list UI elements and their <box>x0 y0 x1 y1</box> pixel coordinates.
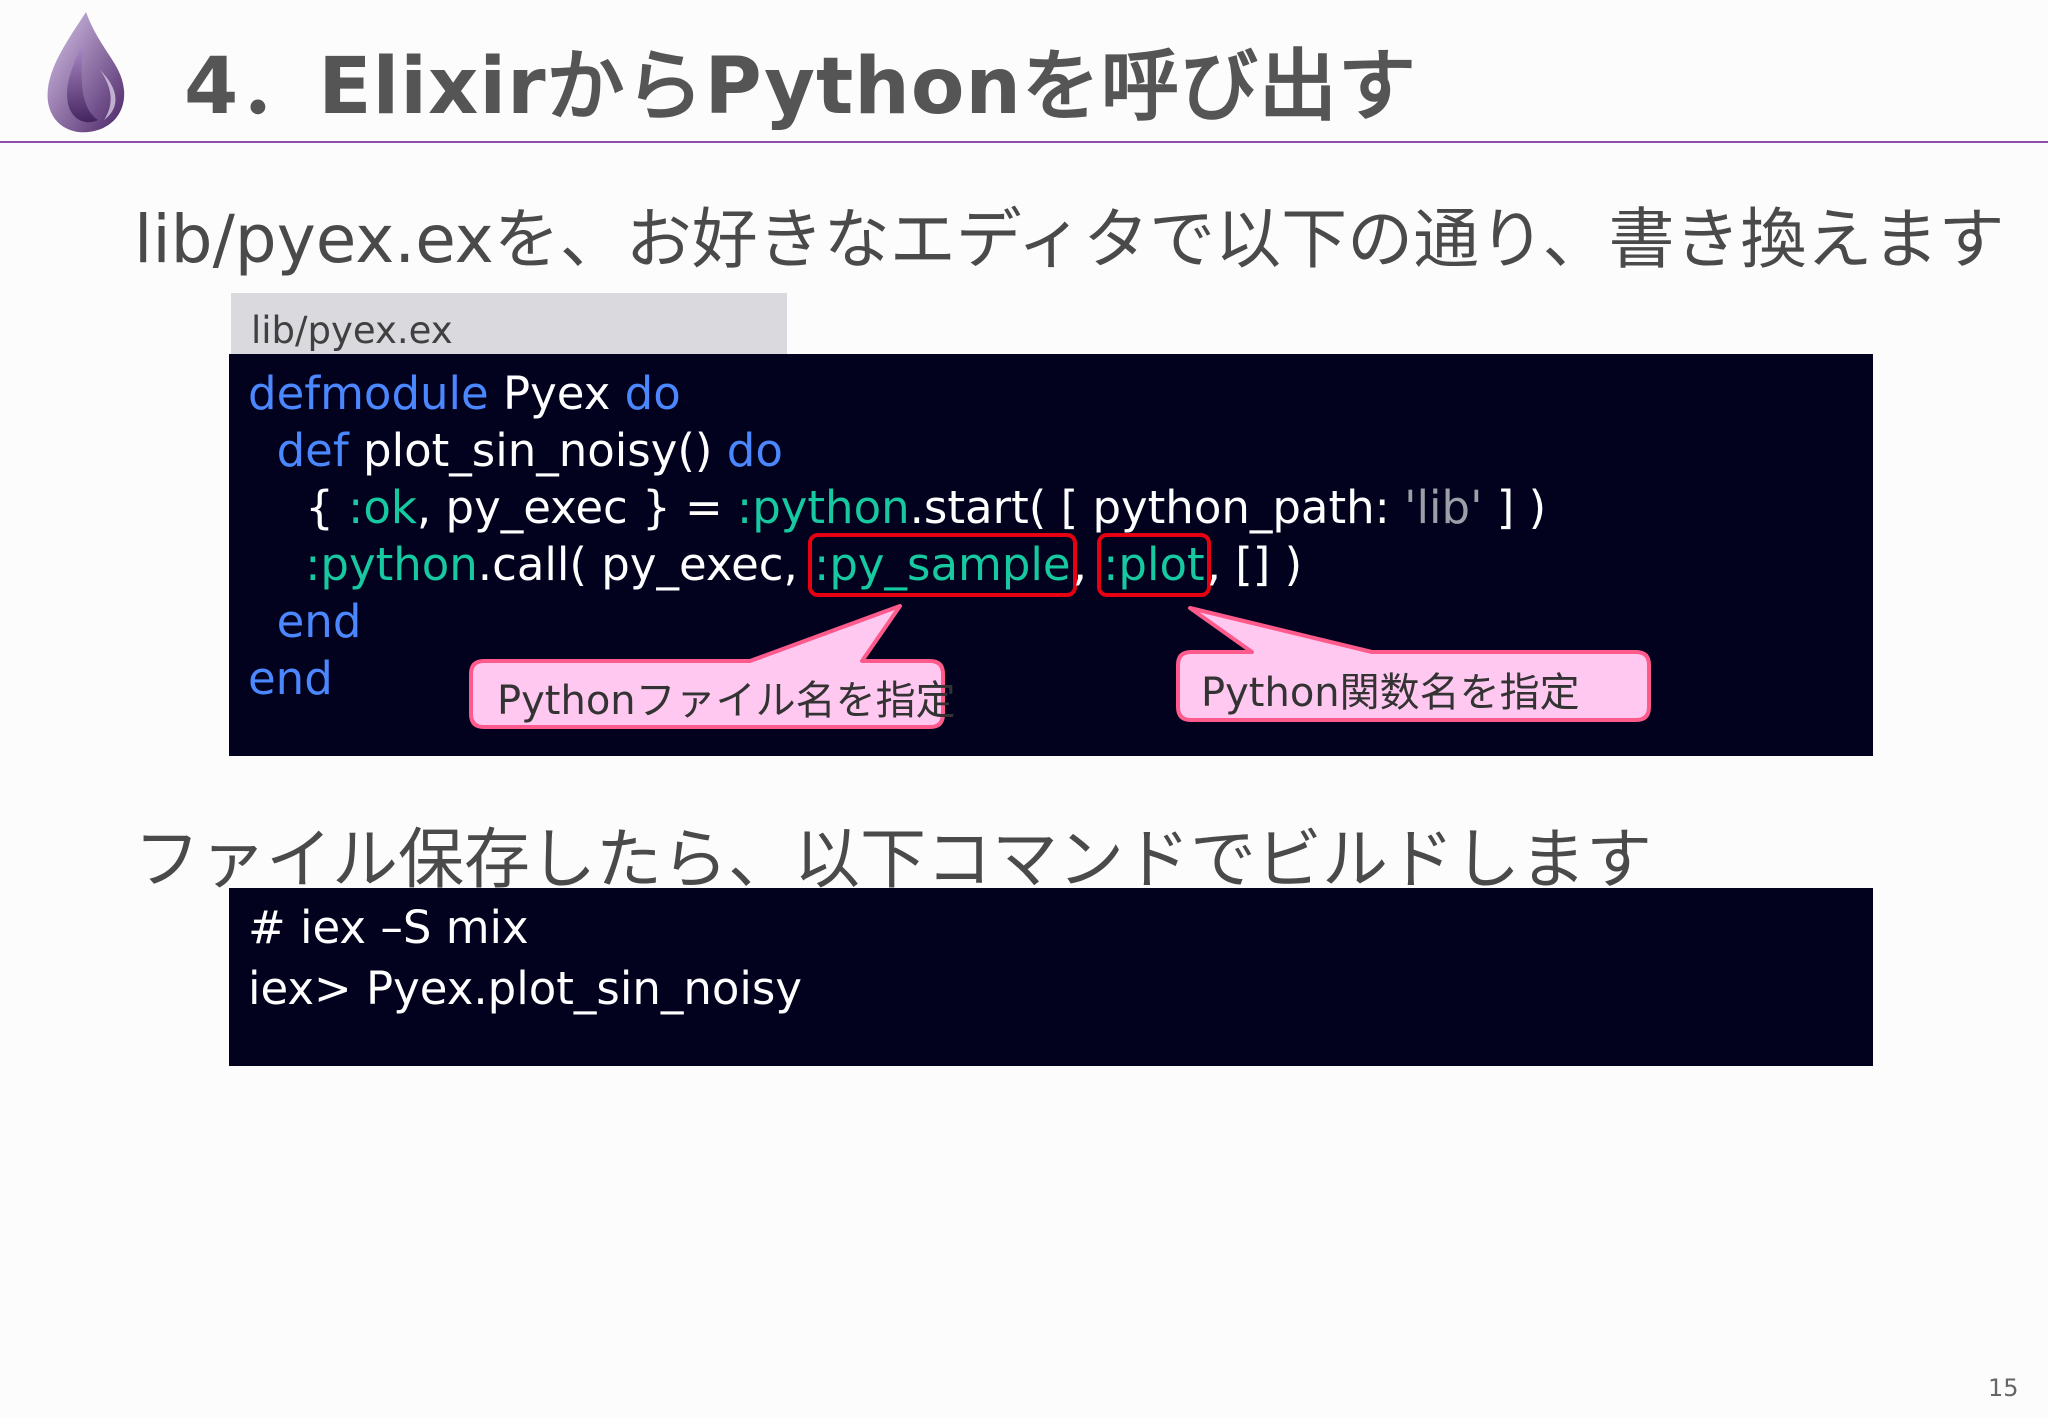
elixir-logo-icon <box>47 12 125 133</box>
code-line: def plot_sin_noisy() do <box>248 423 783 479</box>
code-atom: :ok <box>348 481 417 534</box>
code-line-end: end <box>248 652 333 705</box>
code-text: ] ) <box>1482 481 1547 534</box>
code-atom: :python <box>737 481 910 534</box>
code-text: .start( [ python_path: <box>909 481 1405 534</box>
page-number: 15 <box>1988 1374 2019 1402</box>
code-text: Pyex <box>488 367 625 420</box>
code-text: , [] ) <box>1206 538 1303 591</box>
code-keyword: def <box>276 424 349 477</box>
callout-function-name: Python関数名を指定 <box>1201 670 1580 716</box>
command-line: iex> Pyex.plot_sin_noisy <box>248 962 802 1015</box>
code-block-pyex: defmodule Pyex do def plot_sin_noisy() d… <box>229 354 1873 756</box>
code-text: plot_sin_noisy() <box>348 424 727 477</box>
code-keyword: do <box>624 367 681 420</box>
code-line: { :ok, py_exec } = :python.start( [ pyth… <box>248 480 1546 536</box>
callout-file-name: Pythonファイル名を指定 <box>497 678 956 724</box>
code-keyword: do <box>726 424 783 477</box>
highlighted-module-atom: :py_sample <box>808 533 1077 597</box>
code-line: :python.call( py_exec, :py_sample, :plot… <box>248 533 1303 597</box>
code-line: defmodule Pyex do <box>248 366 681 422</box>
page-title: 4．ElixirからPythonを呼び出す <box>184 42 1417 132</box>
code-text: { <box>248 481 349 534</box>
title-divider <box>0 141 2048 143</box>
code-string: 'lib' <box>1404 481 1483 534</box>
code-block-iex: # iex –S mix iex> Pyex.plot_sin_noisy <box>229 888 1873 1066</box>
code-keyword: defmodule <box>248 367 489 420</box>
code-line-end: end <box>248 595 362 648</box>
file-name-tab: lib/pyex.ex <box>231 293 787 354</box>
highlighted-function-atom: :plot <box>1097 533 1211 597</box>
code-text: .call( py_exec, <box>477 538 813 591</box>
instruction-heading-edit: lib/pyex.exを、お好きなエディタで以下の通り、書き換えます <box>134 201 2005 278</box>
code-text: , py_exec } = <box>416 481 738 534</box>
command-line: # iex –S mix <box>248 901 529 954</box>
code-atom: :python <box>305 538 478 591</box>
